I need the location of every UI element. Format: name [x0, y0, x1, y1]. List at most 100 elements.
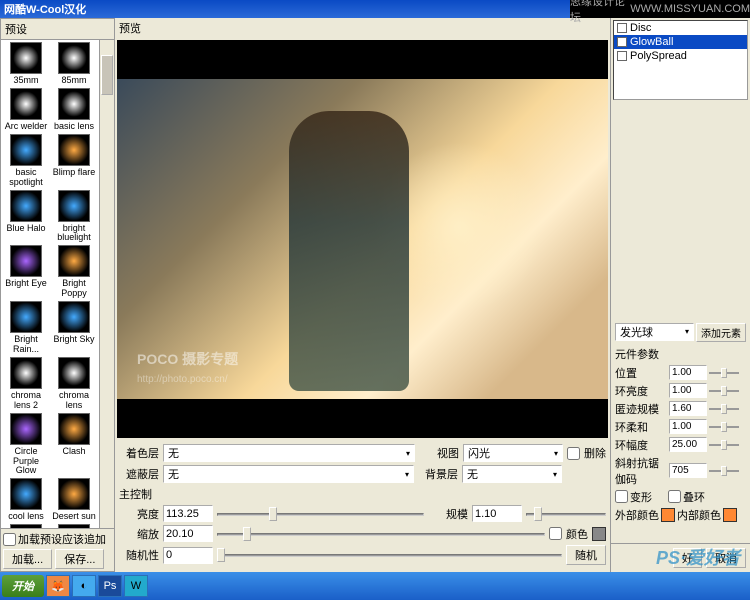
append-preset-checkbox[interactable]	[3, 533, 16, 546]
delete-checkbox[interactable]	[567, 447, 580, 460]
preset-item[interactable]: Circle Purple Glow	[3, 413, 49, 477]
param-input[interactable]	[669, 383, 707, 398]
preset-item[interactable]: 35mm	[3, 42, 49, 86]
preset-thumb	[10, 301, 42, 333]
preset-item[interactable]: Bright Poppy	[51, 245, 97, 299]
ring-checkbox[interactable]	[668, 490, 681, 503]
layer-name: GlowBall	[630, 36, 673, 48]
random-input[interactable]	[163, 547, 213, 564]
preset-item[interactable]: Blue Halo	[3, 190, 49, 244]
preset-item[interactable]: Bright Eye	[3, 245, 49, 299]
element-type-dropdown[interactable]: 发光球	[615, 323, 694, 341]
load-preset-button[interactable]: 加载...	[3, 549, 52, 569]
param-input[interactable]	[669, 437, 707, 452]
view-label: 视图	[419, 445, 459, 461]
delete-label: 删除	[584, 445, 606, 461]
bg-dropdown[interactable]: 无	[462, 465, 562, 483]
random-slider[interactable]	[217, 548, 562, 562]
start-button[interactable]: 开始	[2, 575, 44, 597]
outer-color-swatch[interactable]	[661, 508, 675, 522]
param-input[interactable]	[669, 365, 707, 380]
param-slider[interactable]	[709, 421, 739, 433]
preset-item[interactable]: Clash	[51, 413, 97, 477]
save-preset-button[interactable]: 保存...	[55, 549, 104, 569]
preset-item[interactable]: Bright Sky	[51, 301, 97, 355]
task-item-2[interactable]: ◐	[72, 575, 96, 597]
inner-color-swatch[interactable]	[723, 508, 737, 522]
preset-item[interactable]: Arc welder	[3, 88, 49, 132]
preview-image: POCO 摄影专题 http://photo.poco.cn/	[117, 79, 608, 399]
task-item-4[interactable]: W	[124, 575, 148, 597]
scrollbar-thumb[interactable]	[101, 55, 113, 95]
task-item-3[interactable]: Ps	[98, 575, 122, 597]
preset-item[interactable]: Desert sun	[51, 478, 97, 522]
ps-watermark: PS·爱好者	[656, 544, 740, 570]
param-row: 斜射抗锯伽码	[615, 455, 746, 487]
task-item-1[interactable]: 🦊	[46, 575, 70, 597]
param-label: 环亮度	[615, 383, 667, 399]
preset-item[interactable]: 85mm	[51, 42, 97, 86]
add-element-button[interactable]: 添加元素	[696, 323, 746, 342]
poco-watermark: POCO 摄影专题	[137, 349, 238, 369]
presets-grid[interactable]: 35mm 85mm Arc welderbasic lensbasic spotli…	[1, 40, 99, 528]
layer-item[interactable]: Disc	[614, 21, 747, 35]
center-panel: 预览 POCO 摄影专题 http://photo.poco.cn/ 着色层 无…	[115, 18, 610, 572]
layer-item[interactable]: GlowBall	[614, 35, 747, 49]
param-slider[interactable]	[709, 385, 739, 397]
preset-thumb	[58, 413, 90, 445]
preset-label: chroma lens	[51, 391, 97, 411]
param-slider[interactable]	[709, 403, 739, 415]
param-row: 环柔和	[615, 419, 746, 435]
color-swatch[interactable]	[592, 527, 606, 541]
mask-dropdown[interactable]: 无	[163, 465, 414, 483]
scale-input[interactable]	[472, 505, 522, 522]
param-input[interactable]	[669, 463, 707, 478]
brightness-input[interactable]	[163, 505, 213, 522]
zoom-slider[interactable]	[217, 527, 545, 541]
view-dropdown[interactable]: 闪光	[463, 444, 563, 462]
param-input[interactable]	[669, 401, 707, 416]
layer-item[interactable]: PolySpread	[614, 49, 747, 63]
param-label: 斜射抗锯伽码	[615, 455, 667, 487]
preset-label: Bright Eye	[5, 279, 47, 289]
deform-checkbox[interactable]	[615, 490, 628, 503]
param-row: 环亮度	[615, 383, 746, 399]
preset-item[interactable]: chroma lens	[51, 357, 97, 411]
preset-item[interactable]: Bright Rain...	[3, 301, 49, 355]
preset-label: Blue Halo	[6, 224, 45, 234]
preset-item[interactable]: cool lens	[3, 478, 49, 522]
preset-label: chroma lens 2	[3, 391, 49, 411]
preview-area[interactable]: POCO 摄影专题 http://photo.poco.cn/	[117, 40, 608, 438]
preset-item[interactable]: Blimp flare	[51, 134, 97, 188]
color-checkbox[interactable]	[549, 527, 562, 540]
presets-scrollbar[interactable]	[99, 40, 114, 528]
scale-slider[interactable]	[526, 507, 606, 521]
layer-visibility-checkbox[interactable]	[617, 37, 627, 47]
zoom-label: 缩放	[119, 526, 159, 542]
param-slider[interactable]	[709, 367, 739, 379]
preset-item[interactable]: basic spotlight	[3, 134, 49, 188]
preset-label: 85mm	[61, 76, 86, 86]
main-control-label: 主控制	[119, 486, 152, 502]
layer-list[interactable]: DiscGlowBallPolySpread	[613, 20, 748, 100]
param-slider[interactable]	[709, 465, 739, 477]
tint-dropdown[interactable]: 无	[163, 444, 415, 462]
inner-color-label: 内部颜色	[677, 507, 721, 523]
param-slider[interactable]	[709, 439, 739, 451]
ring-label: 叠环	[683, 489, 705, 505]
preset-thumb	[10, 190, 42, 222]
zoom-input[interactable]	[163, 525, 213, 542]
preset-thumb	[58, 301, 90, 333]
mask-label: 遮蔽层	[119, 466, 159, 482]
layer-visibility-checkbox[interactable]	[617, 51, 627, 61]
preset-thumb	[58, 357, 90, 389]
random-button[interactable]: 随机	[566, 545, 606, 565]
param-input[interactable]	[669, 419, 707, 434]
preset-item[interactable]: bright bluelight	[51, 190, 97, 244]
brightness-slider[interactable]	[217, 507, 424, 521]
deform-label: 变形	[630, 489, 652, 505]
preset-label: cool lens	[8, 512, 44, 522]
preset-item[interactable]: basic lens	[51, 88, 97, 132]
preset-item[interactable]: chroma lens 2	[3, 357, 49, 411]
preview-header: 预览	[115, 18, 610, 38]
